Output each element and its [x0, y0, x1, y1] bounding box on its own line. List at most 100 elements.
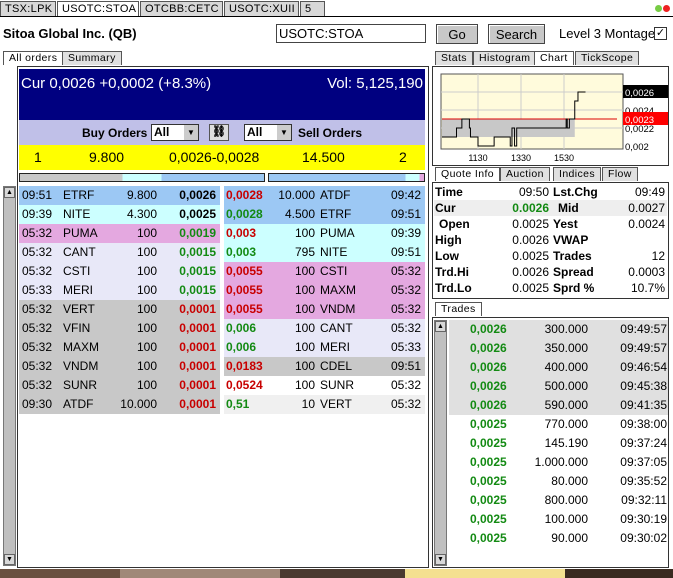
- y-tick-label: 0,0022: [625, 124, 654, 135]
- ask-row[interactable]: 0,003 100 PUMA 09:39: [224, 224, 425, 243]
- tab-auction[interactable]: Auction: [500, 167, 550, 181]
- bid-row[interactable]: 05:32 VERT 100 0,0001: [19, 300, 220, 319]
- ask-row[interactable]: 0,006 100 MERI 05:33: [224, 338, 425, 357]
- tab-chart[interactable]: Chart: [534, 51, 574, 65]
- ask-size: 100: [294, 378, 315, 392]
- bid-price: 0,0001: [179, 321, 216, 335]
- bid-price: 0,0015: [179, 283, 216, 297]
- bid-mm: VNDM: [63, 359, 99, 373]
- tab-usotc-xuii[interactable]: USOTC:XUII: [224, 1, 299, 16]
- ask-row[interactable]: 0,0183 100 CDEL 09:51: [224, 357, 425, 376]
- trade-time: 09:49:57: [620, 341, 667, 355]
- ask-row[interactable]: 0,0028 10.000 ATDF 09:42: [224, 186, 425, 205]
- ask-row[interactable]: 0,0055 100 CSTI 05:32: [224, 262, 425, 281]
- tab-trades[interactable]: Trades: [435, 302, 482, 316]
- bid-size: 100: [136, 321, 157, 335]
- tab-indices[interactable]: Indices: [553, 167, 602, 181]
- close-red-icon[interactable]: [663, 5, 670, 12]
- ask-mm: ETRF: [320, 207, 352, 221]
- search-button[interactable]: Search: [488, 24, 545, 44]
- bid-row[interactable]: 05:32 CANT 100 0,0015: [19, 243, 220, 262]
- go-button[interactable]: Go: [436, 24, 478, 44]
- best-bid-ask: 1 9.800 0,0026-0,0028 14.500 2: [19, 145, 425, 170]
- ask-row[interactable]: 0,51 10 VERT 05:32: [224, 395, 425, 414]
- bid-price: 0,0025: [179, 207, 216, 221]
- quote-value: 0.0025: [512, 217, 549, 231]
- trade-time: 09:37:05: [620, 455, 667, 469]
- order-book-scrollbar[interactable]: ▲ ▼: [3, 186, 16, 566]
- ask-row[interactable]: 0,0055 100 VNDM 05:32: [224, 300, 425, 319]
- quote-label: Trd.Hi: [435, 265, 470, 279]
- ask-price: 0,0028: [226, 207, 263, 221]
- bid-mm: MAXM: [63, 340, 99, 354]
- trade-time: 09:30:02: [620, 531, 667, 545]
- tab-otcbb-cetc[interactable]: OTCBB:CETC: [140, 1, 223, 16]
- current-price: Cur 0,0026 +0,0002 (+8.3%): [21, 75, 212, 92]
- symbol-input[interactable]: [276, 24, 426, 43]
- scroll-up-icon[interactable]: ▲: [4, 187, 15, 198]
- ask-mm: VNDM: [320, 302, 356, 316]
- ask-time: 09:39: [390, 226, 421, 240]
- quote-label: Trades: [553, 249, 592, 263]
- bid-row[interactable]: 05:32 PUMA 100 0,0019: [19, 224, 220, 243]
- quote-summary: Cur 0,0026 +0,0002 (+8.3%) Vol: 5,125,19…: [19, 69, 425, 120]
- quote-label: Open: [439, 217, 470, 231]
- ask-row[interactable]: 0,0055 100 MAXM 05:32: [224, 281, 425, 300]
- tab-flow[interactable]: Flow: [602, 167, 638, 181]
- quote-value: 0.0026: [512, 233, 549, 247]
- ask-time: 05:32: [390, 321, 421, 335]
- tab-summary[interactable]: Summary: [62, 51, 122, 65]
- tab-all-orders[interactable]: All orders: [3, 51, 64, 65]
- quote-label: Low: [435, 249, 459, 263]
- tab-tickscope[interactable]: TickScope: [575, 51, 640, 65]
- trade-row: 0,0026 350.000 09:49:57: [449, 339, 668, 358]
- bid-mm: ETRF: [63, 188, 95, 202]
- ask-price: 0,0055: [226, 302, 263, 316]
- ask-size: 100: [294, 226, 315, 240]
- ask-row[interactable]: 0,006 100 CANT 05:32: [224, 319, 425, 338]
- quote-label: Yest: [553, 217, 578, 231]
- bid-price: 0,0001: [179, 302, 216, 316]
- bid-row[interactable]: 05:32 MAXM 100 0,0001: [19, 338, 220, 357]
- ask-mm: MAXM: [320, 283, 356, 297]
- bid-mm: CANT: [63, 245, 96, 259]
- bid-row[interactable]: 05:32 CSTI 100 0,0015: [19, 262, 220, 281]
- trade-row: 0,0026 400.000 09:46:54: [449, 358, 668, 377]
- tab-histogram[interactable]: Histogram: [473, 51, 537, 65]
- tab-quote-info[interactable]: Quote Info: [435, 167, 501, 181]
- link-icon[interactable]: ⛓: [209, 124, 229, 141]
- trade-price: 0,0025: [470, 455, 507, 469]
- ask-row[interactable]: 0,003 795 NITE 09:51: [224, 243, 425, 262]
- trades-scrollbar[interactable]: ▲ ▼: [434, 320, 447, 566]
- tab-usotc-stoa[interactable]: USOTC:STOA: [57, 1, 139, 16]
- bid-size: 10.000: [120, 397, 157, 411]
- bid-row[interactable]: 09:30 ATDF 10.000 0,0001: [19, 395, 220, 414]
- sell-orders-label: Sell Orders: [298, 126, 363, 140]
- bid-size: 100: [136, 264, 157, 278]
- bid-row[interactable]: 05:32 VNDM 100 0,0001: [19, 357, 220, 376]
- tab-tsx-lpk[interactable]: TSX:LPK: [0, 1, 56, 16]
- ask-size: 100: [294, 264, 315, 278]
- scroll-down-icon[interactable]: ▼: [4, 554, 15, 565]
- bid-row[interactable]: 05:32 SUNR 100 0,0001: [19, 376, 220, 395]
- ask-size: 795: [294, 245, 315, 259]
- bid-mm: VFIN: [63, 321, 91, 335]
- ask-depth-bar: [268, 173, 425, 182]
- sell-filter-select[interactable]: All ▼: [244, 124, 292, 141]
- bid-row[interactable]: 09:39 NITE 4.300 0,0025: [19, 205, 220, 224]
- buy-filter-select[interactable]: All ▼: [151, 124, 199, 141]
- tab-divider: [0, 16, 673, 17]
- taskbar: [0, 569, 673, 578]
- bid-row[interactable]: 09:51 ETRF 9.800 0,0026: [19, 186, 220, 205]
- tab-5[interactable]: 5: [300, 1, 325, 16]
- scroll-up-icon[interactable]: ▲: [435, 321, 446, 332]
- tab-stats[interactable]: Stats: [435, 51, 473, 65]
- montage-checkbox[interactable]: ✓: [654, 27, 667, 40]
- bid-size: 100: [136, 226, 157, 240]
- ask-row[interactable]: 0,0028 4.500 ETRF 09:51: [224, 205, 425, 224]
- montage-label: Level 3 Montage: [559, 26, 656, 41]
- scroll-down-icon[interactable]: ▼: [435, 554, 446, 565]
- bid-row[interactable]: 05:32 VFIN 100 0,0001: [19, 319, 220, 338]
- ask-row[interactable]: 0,0524 100 SUNR 05:32: [224, 376, 425, 395]
- bid-row[interactable]: 05:33 MERI 100 0,0015: [19, 281, 220, 300]
